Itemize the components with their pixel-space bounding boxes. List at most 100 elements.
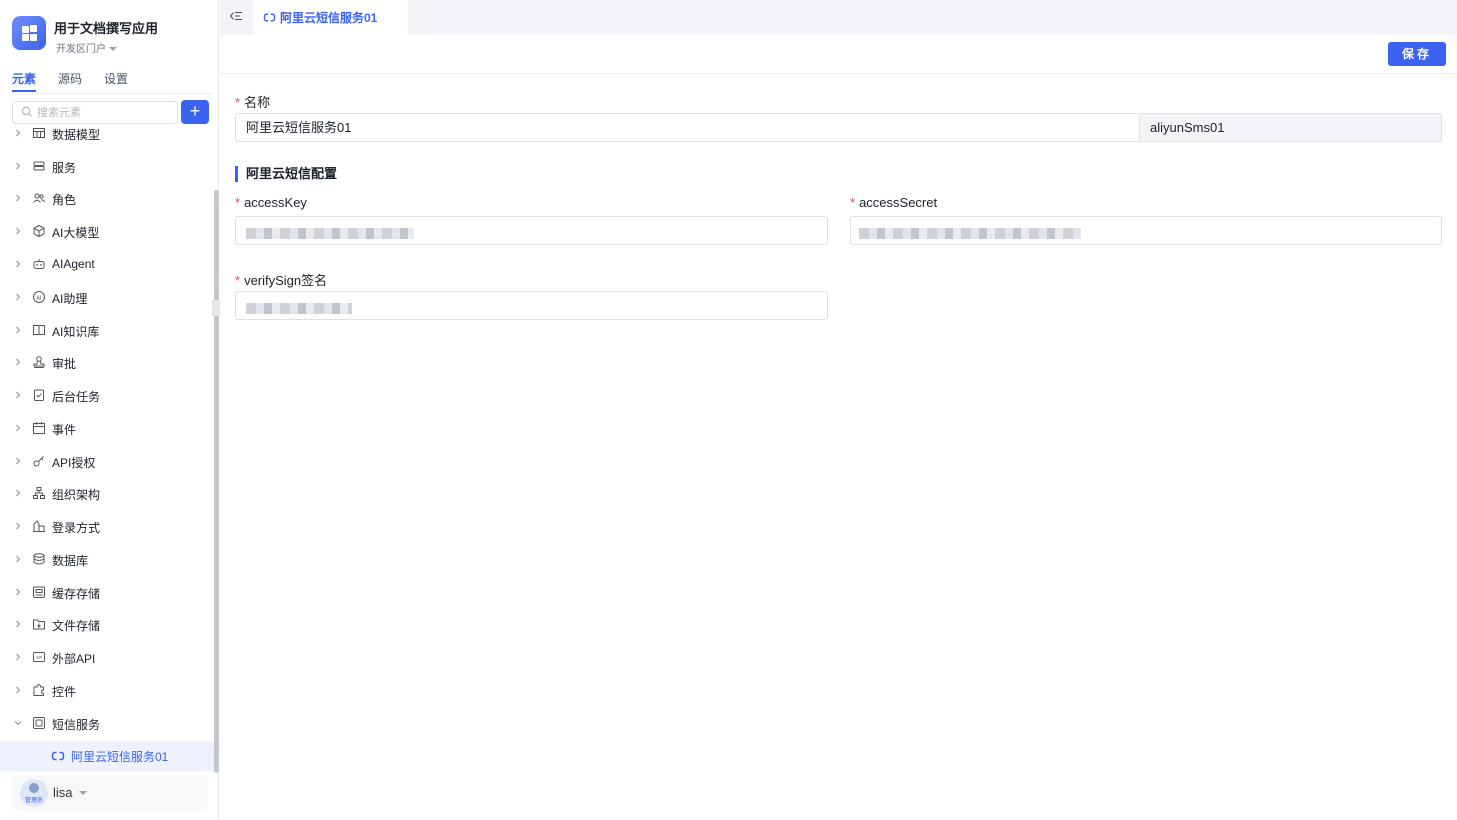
sidebar: 用于文档撰写应用 开发区门户 元素 源码 设置 + 数据模型 服务 角色 [0, 0, 220, 820]
search-icon [21, 106, 32, 117]
chevron-right-icon [16, 326, 21, 334]
sidebar-item-label: 阿里云短信服务01 [71, 750, 169, 764]
server-icon [33, 161, 45, 171]
chevron-right-icon [16, 424, 21, 432]
task-icon [34, 389, 44, 401]
sidebar-item-approval[interactable]: 审批 [0, 349, 214, 377]
sidebar-item-label: 事件 [52, 423, 77, 437]
chevron-down-icon [14, 721, 22, 726]
portal-name: 开发区门户 [56, 44, 106, 55]
verify-sign-label: * verifySign签名 [235, 270, 327, 289]
stamp-icon [33, 356, 45, 368]
sidebar-item-label: 外部API [52, 652, 96, 666]
sidebar-resize-handle[interactable] [212, 300, 220, 316]
user-head-icon [29, 783, 39, 793]
verify-sign-label-text: verifySign签名 [244, 273, 328, 288]
user-role: 管理员 [24, 798, 43, 804]
sidebar-item-aiagent[interactable]: AIAgent [0, 251, 214, 279]
sidebar-item-external-api[interactable]: API 外部API [0, 644, 214, 672]
search-input[interactable] [37, 102, 177, 123]
sidebar-item-service[interactable]: 服务 [0, 153, 214, 181]
tab-source[interactable]: 源码 [58, 70, 82, 87]
sidebar-item-event[interactable]: 事件 [0, 415, 214, 443]
access-secret-label: * accessSecret [850, 195, 937, 210]
link-icon [263, 13, 276, 22]
ai-assistant-icon: AI [33, 291, 45, 303]
link-icon [51, 751, 65, 761]
name-label: * 名称 [235, 92, 270, 111]
key-icon [33, 456, 44, 467]
tab-settings[interactable]: 设置 [104, 70, 128, 87]
portal-selector[interactable]: 开发区门户 [56, 40, 117, 55]
file-storage-icon [33, 619, 45, 630]
sidebar-item-sms[interactable]: 短信服务 [0, 710, 214, 738]
sidebar-item-login[interactable]: 登录方式 [0, 513, 214, 541]
sidebar-item-aliyun-sms-01[interactable]: 阿里云短信服务01 [0, 741, 214, 771]
user-name: lisa [53, 785, 73, 800]
tab-elements[interactable]: 元素 [12, 70, 36, 87]
sidebar-item-label: AIAgent [52, 257, 95, 271]
sidebar-item-label: 服务 [52, 161, 77, 175]
sidebar-scrollbar[interactable] [214, 190, 219, 773]
chevron-right-icon [16, 555, 21, 563]
access-key-input[interactable] [235, 216, 828, 245]
sidebar-item-background-task[interactable]: 后台任务 [0, 382, 214, 410]
book-icon [33, 325, 45, 335]
sidebar-item-file-storage[interactable]: 文件存储 [0, 611, 214, 639]
chevron-right-icon [16, 293, 21, 301]
chevron-right-icon [16, 162, 21, 170]
sidebar-item-org[interactable]: 组织架构 [0, 480, 214, 508]
sidebar-item-label: AI大模型 [52, 226, 100, 240]
access-key-label-text: accessKey [244, 195, 307, 210]
calendar-icon [33, 422, 45, 434]
tab-label: 阿里云短信服务01 [280, 11, 378, 25]
access-key-label: * accessKey [235, 195, 307, 210]
caret-down-icon [79, 791, 87, 795]
sidebar-item-label: 缓存存储 [52, 587, 101, 601]
sidebar-item-database[interactable]: 数据库 [0, 546, 214, 574]
cube-icon [33, 224, 45, 238]
sidebar-item-label: 后台任务 [52, 390, 101, 404]
toolbar: 保存 [220, 35, 1457, 74]
verify-sign-input[interactable] [235, 291, 828, 320]
sidebar-item-label: 组织架构 [52, 488, 101, 502]
sidebar-item-ai-assistant[interactable]: AI AI助理 [0, 284, 214, 312]
tab-aliyun-sms-01[interactable]: 阿里云短信服务01 [253, 0, 408, 35]
chevron-right-icon [16, 227, 21, 235]
sidebar-item-ai-model[interactable]: AI大模型 [0, 218, 214, 246]
chevron-right-icon [16, 194, 21, 202]
caret-down-icon [109, 47, 117, 52]
app-header[interactable]: 用于文档撰写应用 开发区门户 [12, 16, 212, 56]
puzzle-icon [33, 684, 44, 696]
collapse-sidebar-icon[interactable] [229, 9, 243, 23]
add-element-button[interactable]: + [181, 100, 209, 124]
sidebar-item-api-auth[interactable]: API授权 [0, 448, 214, 476]
code-field: aliyunSms01 [1140, 113, 1442, 142]
sidebar-item-ai-knowledge[interactable]: AI知识库 [0, 317, 214, 345]
access-secret-input[interactable] [850, 216, 1442, 245]
sidebar-item-cache[interactable]: 缓存存储 [0, 579, 214, 607]
required-mark: * [850, 195, 856, 210]
org-icon [33, 487, 45, 499]
user-menu[interactable]: 管理员 lisa [12, 775, 208, 811]
required-mark: * [235, 273, 241, 288]
sidebar-item-widget[interactable]: 控件 [0, 677, 214, 705]
active-tab-indicator [12, 90, 36, 92]
required-mark: * [235, 195, 241, 210]
svg-text:API: API [36, 655, 43, 660]
chevron-right-icon [16, 489, 21, 497]
sidebar-item-label: 控件 [52, 685, 77, 699]
table-icon [33, 128, 45, 138]
sidebar-item-data-model[interactable]: 数据模型 [0, 125, 214, 148]
chevron-right-icon [16, 653, 21, 661]
save-button[interactable]: 保存 [1388, 42, 1446, 66]
search-box [12, 101, 178, 124]
sidebar-item-role[interactable]: 角色 [0, 185, 214, 213]
chevron-right-icon [16, 522, 21, 530]
cache-icon [33, 586, 45, 598]
chevron-right-icon [16, 260, 21, 268]
sidebar-item-label: 数据模型 [52, 128, 101, 142]
app-title: 用于文档撰写应用 [54, 21, 159, 36]
name-input[interactable]: 阿里云短信服务01 [235, 113, 1140, 142]
chevron-right-icon [16, 620, 21, 628]
